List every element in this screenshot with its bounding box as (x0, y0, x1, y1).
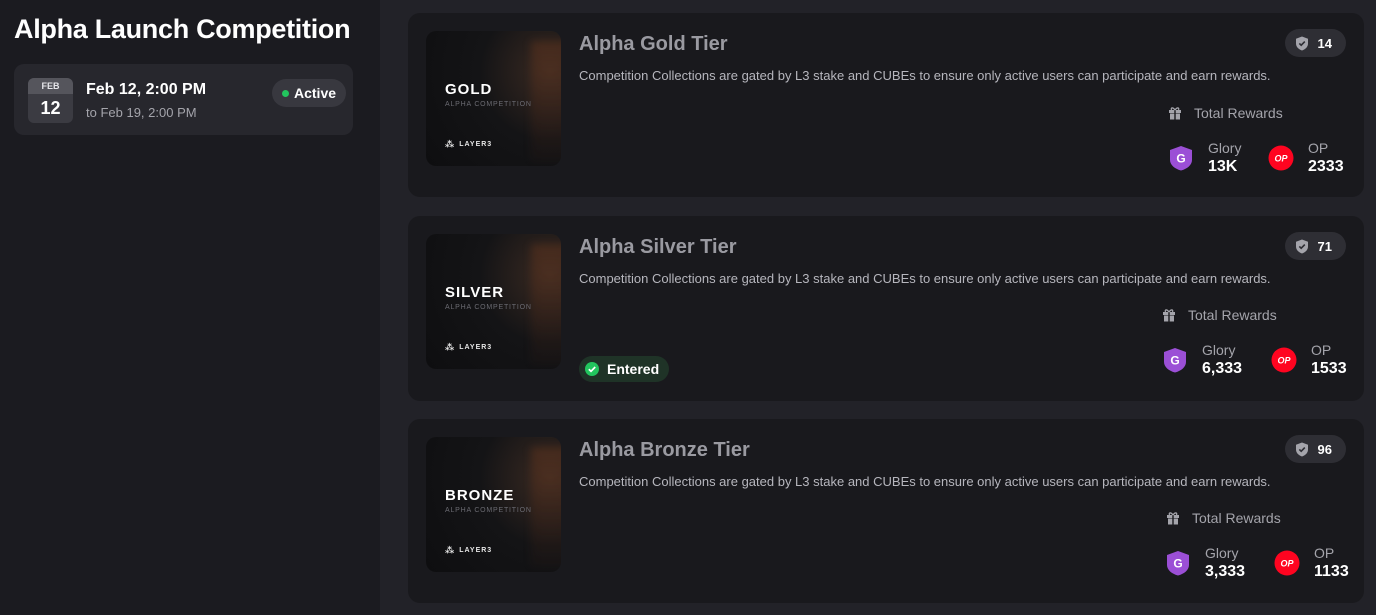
thumbnail-glow (531, 41, 561, 161)
thumbnail-tier-label: GOLD (445, 81, 493, 98)
layer3-mark-icon: ⁂ (445, 545, 456, 555)
svg-text:G: G (1173, 557, 1182, 571)
total-rewards-text: Total Rewards (1188, 307, 1277, 323)
reward-value: 3,333 (1205, 563, 1246, 580)
calendar-day: 12 (40, 98, 61, 118)
glory-icon: G (1167, 551, 1189, 576)
calendar-icon: FEB 12 (28, 78, 73, 123)
thumbnail-glow (531, 244, 561, 364)
page-title: Alpha Launch Competition (14, 14, 351, 44)
reward-glory: G Glory 13K (1168, 139, 1241, 177)
participant-count-badge: 71 (1284, 232, 1346, 260)
total-rewards-label: Total Rewards (1168, 105, 1283, 121)
participant-count: 96 (1317, 441, 1332, 457)
layer3-logo: ⁂ LAYER3 (445, 545, 492, 556)
tier-card-silver[interactable]: SILVER ALPHA COMPETITION ⁂ LAYER3 Alpha S… (408, 216, 1364, 401)
reward-value: 1533 (1311, 360, 1347, 377)
op-icon: OP (1271, 347, 1297, 373)
tier-thumbnail[interactable]: BRONZE ALPHA COMPETITION ⁂ LAYER3 (426, 437, 561, 572)
thumbnail-tier-label: SILVER (445, 284, 505, 301)
glory-icon: G (1170, 146, 1192, 171)
reward-op: OP OP 1133 (1274, 544, 1349, 582)
layer3-logo-text: LAYER3 (459, 344, 493, 351)
tier-description: Competition Collections are gated by L3 … (579, 474, 1271, 489)
entered-label: Entered (607, 361, 660, 377)
svg-text:OP: OP (1274, 154, 1288, 164)
reward-glory: G Glory 3,333 (1165, 544, 1245, 582)
total-rewards-label: Total Rewards (1166, 510, 1281, 526)
total-rewards-label: Total Rewards (1162, 307, 1277, 323)
reward-value: 1133 (1314, 563, 1349, 580)
tier-card-gold[interactable]: GOLD ALPHA COMPETITION ⁂ LAYER3 Alpha Gol… (408, 13, 1364, 197)
shield-check-icon (1295, 36, 1308, 50)
reward-glory: G Glory 6,333 (1162, 341, 1242, 379)
status-badge: Active (272, 79, 347, 107)
schedule-card: FEB 12 Feb 12, 2:00 PM to Feb 19, 2:00 P… (14, 64, 353, 135)
gift-icon (1169, 107, 1181, 120)
svg-text:OP: OP (1277, 356, 1291, 366)
layer3-mark-icon: ⁂ (445, 342, 456, 352)
op-icon: OP (1268, 145, 1294, 171)
svg-text:G: G (1170, 354, 1179, 368)
total-rewards-text: Total Rewards (1194, 105, 1283, 121)
tier-title[interactable]: Alpha Silver Tier (579, 236, 736, 259)
status-dot-icon (282, 89, 289, 97)
thumbnail-subtitle: ALPHA COMPETITION (445, 507, 532, 514)
reward-name: Glory (1205, 545, 1239, 561)
reward-name: OP (1314, 545, 1335, 561)
reward-op: OP OP 1533 (1271, 341, 1347, 379)
reward-value: 6,333 (1202, 360, 1243, 377)
participant-count: 71 (1317, 238, 1332, 254)
layer3-mark-icon: ⁂ (445, 139, 456, 149)
layer3-logo-text: LAYER3 (459, 141, 493, 148)
reward-name: Glory (1208, 140, 1242, 156)
reward-value: 2333 (1308, 158, 1344, 175)
participant-count: 14 (1317, 35, 1332, 51)
svg-text:G: G (1176, 152, 1185, 166)
total-rewards-text: Total Rewards (1192, 510, 1281, 526)
tier-card-bronze[interactable]: BRONZE ALPHA COMPETITION ⁂ LAYER3 Alpha B… (408, 419, 1364, 603)
svg-text:OP: OP (1280, 559, 1294, 569)
tier-thumbnail[interactable]: GOLD ALPHA COMPETITION ⁂ LAYER3 (426, 31, 561, 166)
tier-title[interactable]: Alpha Gold Tier (579, 33, 728, 56)
thumbnail-tier-label: BRONZE (445, 487, 515, 504)
tier-description: Competition Collections are gated by L3 … (579, 271, 1271, 286)
layer3-logo: ⁂ LAYER3 (445, 139, 492, 150)
end-date: to Feb 19, 2:00 PM (86, 105, 197, 120)
gift-icon (1163, 309, 1175, 322)
layer3-logo-text: LAYER3 (459, 547, 493, 554)
reward-name: OP (1308, 140, 1329, 156)
gift-icon (1167, 512, 1179, 525)
reward-name: OP (1311, 342, 1332, 358)
reward-name: Glory (1202, 342, 1236, 358)
tier-description: Competition Collections are gated by L3 … (579, 68, 1271, 83)
calendar-month: FEB (28, 78, 73, 94)
tier-title[interactable]: Alpha Bronze Tier (579, 439, 750, 462)
op-icon: OP (1274, 550, 1300, 576)
check-circle-icon (585, 362, 599, 376)
glory-icon: G (1164, 348, 1186, 373)
start-date: Feb 12, 2:00 PM (86, 81, 207, 98)
thumbnail-subtitle: ALPHA COMPETITION (445, 304, 532, 311)
thumbnail-glow (531, 447, 561, 567)
thumbnail-subtitle: ALPHA COMPETITION (445, 101, 532, 108)
entered-badge: Entered (579, 356, 670, 382)
reward-value: 13K (1208, 158, 1238, 175)
shield-check-icon (1295, 442, 1308, 456)
tier-thumbnail[interactable]: SILVER ALPHA COMPETITION ⁂ LAYER3 (426, 234, 561, 369)
participant-count-badge: 14 (1284, 29, 1346, 57)
reward-op: OP OP 2333 (1268, 139, 1344, 177)
layer3-logo: ⁂ LAYER3 (445, 342, 492, 353)
status-label: Active (294, 85, 337, 101)
participant-count-badge: 96 (1284, 435, 1346, 463)
shield-check-icon (1295, 239, 1308, 253)
